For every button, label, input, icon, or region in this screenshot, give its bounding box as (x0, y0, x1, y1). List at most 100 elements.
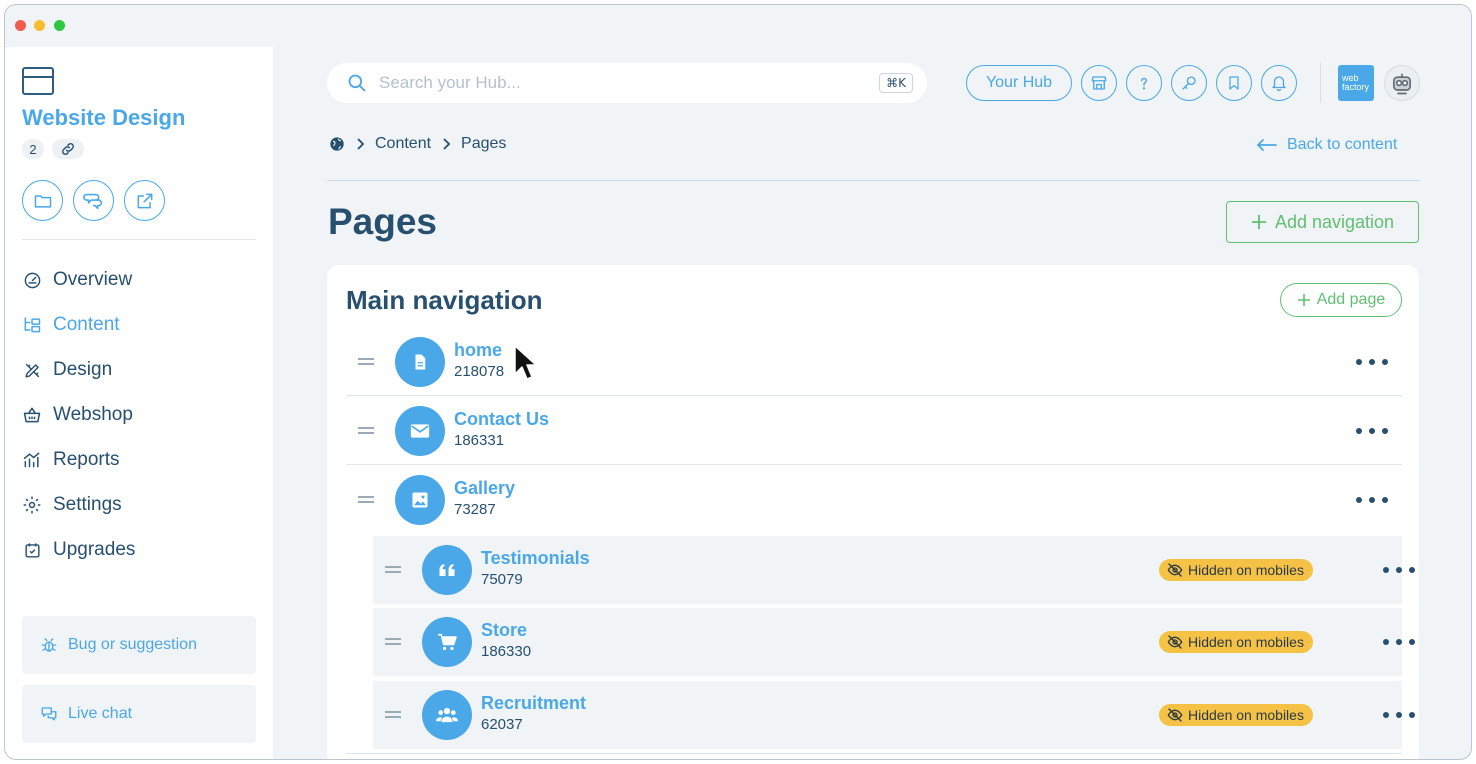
page-id: 186331 (454, 432, 505, 449)
your-hub-button[interactable]: Your Hub (966, 65, 1072, 101)
eye-slash-icon (1167, 708, 1183, 722)
plus-icon (1297, 293, 1310, 307)
sidebar-item-reports[interactable]: Reports (22, 447, 120, 473)
store-button[interactable] (1081, 65, 1117, 101)
more-options-button[interactable] (1356, 354, 1388, 370)
drag-handle-icon[interactable] (358, 427, 374, 434)
link-chip[interactable] (52, 139, 84, 159)
folder-button[interactable] (22, 180, 63, 221)
chevron-right-icon (357, 138, 365, 150)
row-divider (346, 464, 1402, 465)
app-title: Website Design (22, 105, 186, 130)
more-options-button[interactable] (1383, 634, 1415, 650)
header-divider (327, 180, 1419, 181)
drag-handle-icon[interactable] (385, 566, 401, 573)
hidden-on-mobiles-badge: Hidden on mobiles (1159, 559, 1313, 581)
document-icon (395, 337, 445, 387)
drag-handle-icon[interactable] (358, 496, 374, 503)
page-id: 218078 (454, 363, 505, 380)
minimize-window-button[interactable] (34, 20, 45, 31)
page-name[interactable]: Testimonials (481, 548, 590, 569)
sidebar-item-label: Overview (53, 269, 133, 290)
sidebar-item-label: Webshop (53, 404, 133, 425)
search-input[interactable] (379, 73, 880, 93)
quote-icon (422, 545, 472, 595)
page-name[interactable]: Contact Us (454, 409, 549, 430)
sidebar-item-label: Reports (53, 449, 120, 470)
drag-handle-icon[interactable] (385, 711, 401, 718)
close-window-button[interactable] (15, 20, 26, 31)
add-page-button[interactable]: Add page (1280, 283, 1402, 317)
link-icon (62, 143, 74, 155)
page-title: Pages (328, 201, 438, 242)
more-options-button[interactable] (1356, 492, 1388, 508)
chevron-right-icon (443, 138, 451, 150)
sidebar-item-label: Content (53, 314, 120, 335)
search-shortcut: ⌘K (879, 73, 913, 93)
search-bar[interactable]: ⌘K (327, 63, 927, 103)
live-chat-button[interactable]: Live chat (22, 685, 256, 743)
page-name[interactable]: Recruitment (481, 693, 586, 714)
page-row[interactable]: Gallery 73287 (346, 466, 1402, 534)
sidebar-item-upgrades[interactable]: Upgrades (22, 537, 135, 563)
cart-icon (422, 617, 472, 667)
sidebar-item-content[interactable]: Content (22, 312, 120, 338)
help-button[interactable] (1126, 65, 1162, 101)
breadcrumb-content[interactable]: Content (375, 135, 431, 153)
key-icon (1182, 76, 1196, 90)
page-row[interactable]: Recruitment 62037 Hidden on mobiles (373, 681, 1415, 749)
sidebar-item-label: Upgrades (53, 539, 136, 560)
page-row[interactable]: Contact Us 186331 (346, 397, 1402, 465)
notifications-button[interactable] (1261, 65, 1297, 101)
breadcrumb: Content Pages (329, 133, 506, 155)
page-name[interactable]: Gallery (454, 478, 515, 499)
page-row[interactable]: Store 186330 Hidden on mobiles (373, 608, 1415, 676)
maximize-window-button[interactable] (54, 20, 65, 31)
add-page-label: Add page (1316, 291, 1386, 308)
bookmark-icon (1229, 76, 1239, 90)
design-tools-icon (22, 360, 42, 380)
bug-suggestion-button[interactable]: Bug or suggestion (22, 616, 256, 674)
navigation-card: Main navigation Add page home 218078 Con… (327, 265, 1419, 759)
back-to-content-link[interactable]: Back to content (1257, 134, 1397, 156)
users-icon (422, 690, 472, 740)
page-name[interactable]: home (454, 340, 502, 361)
envelope-icon (395, 406, 445, 456)
comments-button[interactable] (73, 180, 114, 221)
brand-logo[interactable]: web factory (1338, 65, 1374, 101)
globe-icon[interactable] (329, 136, 345, 152)
user-avatar[interactable] (1384, 65, 1420, 101)
add-navigation-button[interactable]: Add navigation (1226, 201, 1419, 243)
page-name[interactable]: Store (481, 620, 527, 641)
drag-handle-icon[interactable] (358, 358, 374, 365)
page-id: 186330 (481, 643, 532, 660)
page-id: 62037 (481, 716, 523, 733)
sidebar-item-design[interactable]: Design (22, 357, 112, 383)
more-options-button[interactable] (1383, 562, 1415, 578)
hidden-badge-label: Hidden on mobiles (1188, 562, 1304, 578)
page-id: 75079 (481, 571, 523, 588)
drag-handle-icon[interactable] (385, 638, 401, 645)
gauge-icon (22, 270, 42, 290)
add-navigation-label: Add navigation (1274, 211, 1395, 232)
page-row[interactable]: home 218078 (346, 328, 1402, 396)
open-external-button[interactable] (124, 180, 165, 221)
calendar-check-icon (22, 540, 42, 560)
sidebar-item-label: Design (53, 359, 113, 380)
more-options-button[interactable] (1356, 423, 1388, 439)
folder-icon (34, 194, 51, 208)
bell-icon (1272, 76, 1286, 92)
key-button[interactable] (1171, 65, 1207, 101)
eye-slash-icon (1167, 563, 1183, 577)
sidebar: Website Design 2 Overview Content Design (5, 47, 273, 759)
site-count-badge: 2 (22, 139, 44, 159)
sitemap-icon (22, 315, 42, 335)
live-chat-label: Live chat (68, 705, 133, 722)
sidebar-item-settings[interactable]: Settings (22, 492, 122, 518)
more-options-button[interactable] (1383, 707, 1415, 723)
reports-chart-icon (22, 450, 42, 470)
page-row[interactable]: Testimonials 75079 Hidden on mobiles (373, 536, 1415, 604)
bookmark-button[interactable] (1216, 65, 1252, 101)
sidebar-item-webshop[interactable]: Webshop (22, 402, 133, 428)
sidebar-item-overview[interactable]: Overview (22, 267, 132, 293)
